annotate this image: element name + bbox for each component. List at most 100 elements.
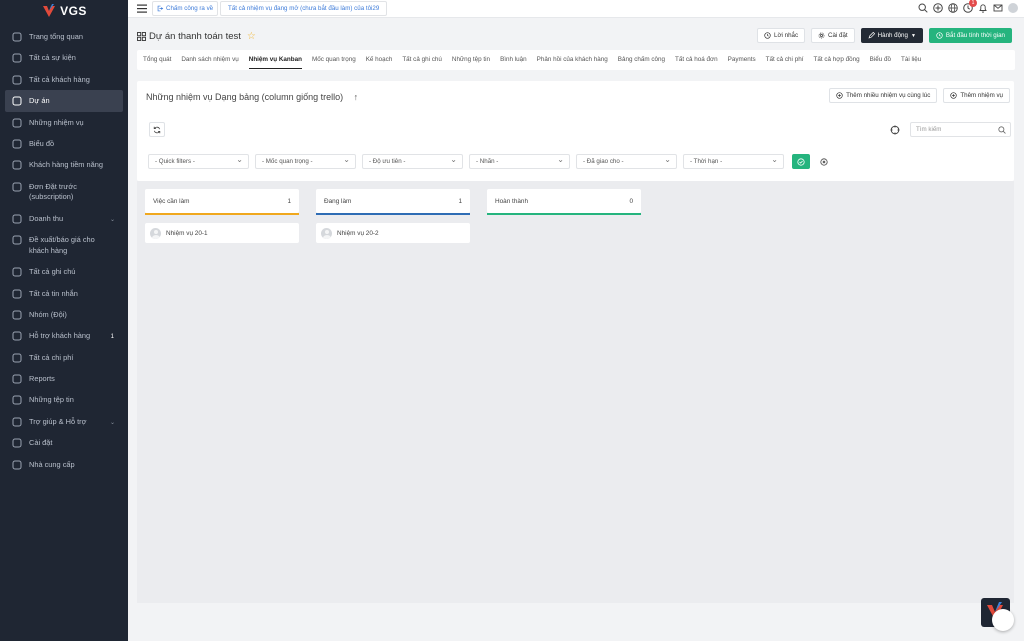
column-header: Hoàn thành 0 [487,189,641,213]
book-icon [12,267,22,277]
kanban-column: Việc cần làm 1 Nhiệm vụ 20-1 [145,189,299,243]
settings-label: Cài đặt [828,32,848,39]
tab-7[interactable]: Bình luận [500,50,527,70]
refresh-icon [153,126,161,133]
sidebar-item-18[interactable]: Cài đặt [0,432,128,453]
start-timer-button[interactable]: Bắt đầu tính thời gian [928,28,1012,43]
filter-select[interactable]: - Nhãn - [469,154,570,169]
repeat-icon [12,182,22,192]
filter-select[interactable]: - Đã giao cho - [576,154,677,169]
sidebar-item-5[interactable]: Biểu đồ [0,133,128,154]
apply-filter-button[interactable] [792,154,810,169]
sidebar-item-12[interactable]: Nhóm (Đội) [0,304,128,325]
tab-4[interactable]: Kế hoạch [366,50,393,70]
sidebar-item-3[interactable]: Dự án [5,90,123,112]
filter-select[interactable]: - Mốc quan trọng - [255,154,356,169]
menu-icon[interactable] [137,4,147,13]
sidebar-item-label: Biểu đồ [29,138,55,148]
tab-3[interactable]: Mốc quan trọng [312,50,356,70]
tab-13[interactable]: Tất cả hợp đồng [813,50,859,70]
sidebar-item-10[interactable]: Tất cả ghi chú [0,261,128,282]
sidebar-item-13[interactable]: Hỗ trợ khách hàng 1 [0,325,128,346]
actions-dropdown[interactable]: Hành động ▼ [860,28,923,43]
kanban-column: Hoàn thành 0 [487,189,641,243]
scroll-top-button[interactable] [992,609,1014,631]
page-header: Dự án thanh toán test ☆ Lời nhắc Cài đặt… [137,26,1015,46]
main-content: Dự án thanh toán test ☆ Lời nhắc Cài đặt… [137,26,1015,243]
clear-filter-button[interactable] [816,154,831,169]
timer-icon[interactable]: 1 [963,0,977,13]
sidebar-item-label: Cài đặt [29,438,53,448]
sidebar-item-label: Những nhiệm vụ [29,117,84,127]
add-task-button[interactable]: Thêm nhiệm vụ [943,88,1010,103]
mail-icon[interactable] [993,3,1003,13]
sidebar-item-0[interactable]: Trang tổng quan [0,26,128,47]
arrow-up-icon[interactable]: ↑ [354,92,359,102]
bell-icon[interactable] [978,3,988,13]
tab-12[interactable]: Tất cả chi phí [766,50,804,70]
globe-icon[interactable] [948,3,958,13]
cloud-icon [12,395,22,405]
open-tasks-link[interactable]: Tất cả nhiệm vụ đang mở (chưa bắt đầu là… [220,1,388,16]
star-icon[interactable]: ☆ [247,31,256,42]
sidebar-item-label: Reports [29,374,55,384]
sidebar-item-8[interactable]: Doanh thu ⌄ [0,208,128,229]
count-badge: 1 [110,334,114,341]
sidebar-item-17[interactable]: Trợ giúp & Hỗ trợ ⌄ [0,411,128,432]
sidebar-item-16[interactable]: Những tệp tin [0,389,128,410]
tab-5[interactable]: Tất cả ghi chú [402,50,442,70]
sidebar-item-label: Đơn Đặt trước (subscription) [29,181,77,202]
task-card[interactable]: Nhiệm vụ 20-1 [145,223,299,243]
life-buoy-icon [12,331,22,341]
tab-15[interactable]: Tài liệu [901,50,921,70]
sidebar-item-4[interactable]: Những nhiệm vụ [0,112,128,133]
task-card-title: Nhiệm vụ 20-1 [166,229,208,237]
search-icon[interactable] [918,3,928,13]
plus-circle-icon[interactable] [933,3,943,13]
sidebar: VGS Trang tổng quan Tất cả sự kiện Tất cả … [0,0,128,641]
column-header: Đang làm 1 [316,189,470,213]
clock-out-button[interactable]: Chấm công ra về [152,1,219,16]
column-color-bar [316,213,470,215]
tab-8[interactable]: Phản hồi của khách hàng [537,50,608,70]
user-icon [12,460,22,470]
sidebar-item-label: Trợ giúp & Hỗ trợ [29,416,87,426]
sidebar-item-15[interactable]: Reports [0,368,128,389]
tab-10[interactable]: Tất cả hoá đơn [675,50,718,70]
tab-11[interactable]: Payments [728,50,756,70]
tab-14[interactable]: Biểu đồ [870,50,891,70]
sidebar-item-9[interactable]: Đề xuất/báo giá cho khách hàng [0,229,128,261]
sidebar-item-1[interactable]: Tất cả sự kiện [0,47,128,68]
tab-9[interactable]: Bảng chấm công [618,50,665,70]
sidebar-item-19[interactable]: Nhà cung cấp [0,454,128,475]
sidebar-item-label: Dự án [29,96,50,106]
filter-select[interactable]: - Độ ưu tiên - [362,154,463,169]
sidebar-item-label: Nhóm (Đội) [29,309,67,319]
refresh-button[interactable] [149,122,165,137]
search-icon [998,126,1006,134]
column-color-bar [487,213,641,215]
crosshair-icon[interactable] [890,125,900,135]
tab-0[interactable]: Tổng quát [143,50,171,70]
sidebar-item-14[interactable]: Tất cả chi phí [0,347,128,368]
task-card[interactable]: Nhiệm vụ 20-2 [316,223,470,243]
user-avatar[interactable] [1008,3,1018,13]
sidebar-item-7[interactable]: Đơn Đặt trước (subscription) [0,176,128,208]
tab-1[interactable]: Danh sách nhiệm vụ [181,50,238,70]
sidebar-item-6[interactable]: Khách hàng tiềm năng [0,154,128,175]
settings-button[interactable]: Cài đặt [811,28,855,43]
add-task-label: Thêm nhiệm vụ [960,92,1003,99]
filter-select[interactable]: - Thời hạn - [683,154,784,169]
filter-select[interactable]: - Quick filters - [148,154,249,169]
add-multiple-tasks-button[interactable]: Thêm nhiều nhiệm vụ cùng lúc [829,88,938,103]
sidebar-item-11[interactable]: Tất cả tin nhắn [0,283,128,304]
content-background [137,181,1014,603]
column-header: Việc cần làm 1 [145,189,299,213]
logo[interactable]: VGS [0,0,128,22]
sidebar-item-2[interactable]: Tất cả khách hàng [0,69,128,90]
reminder-button[interactable]: Lời nhắc [757,28,806,43]
pen-tool-icon [12,139,22,149]
tab-2[interactable]: Nhiệm vụ Kanban [248,50,303,70]
search-input[interactable]: Tìm kiếm [910,122,1011,137]
tab-6[interactable]: Những tệp tin [452,50,490,70]
